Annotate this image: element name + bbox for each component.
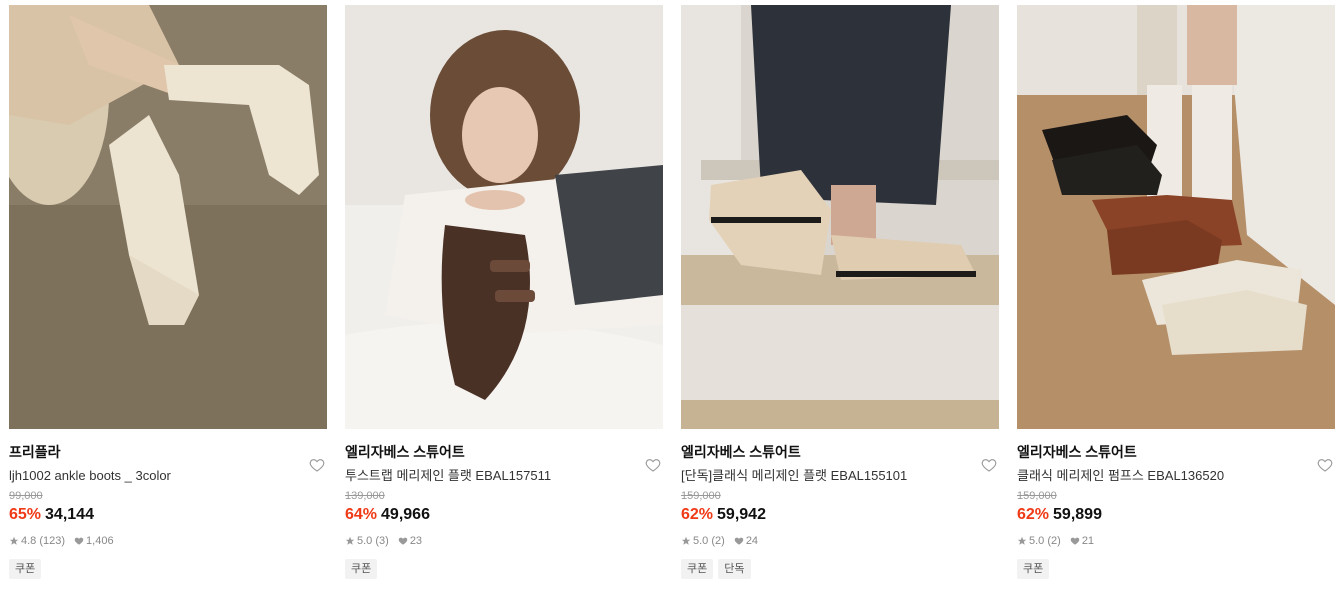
heart-filled-icon [1070, 536, 1080, 546]
product-card[interactable]: 엘리자베스 스튜어트 투스트랩 메리제인 플랫 EBAL157511 139,0… [345, 5, 663, 579]
rating-value: 5.0 [357, 535, 373, 547]
original-price: 159,000 [1017, 490, 1057, 502]
rating-value: 4.8 [21, 535, 37, 547]
coupon-tag: 쿠폰 [1017, 559, 1050, 579]
heart-filled-icon [398, 536, 408, 546]
discount-rate: 62% [681, 506, 714, 523]
wishlist-heart-icon[interactable] [981, 457, 997, 473]
coupon-tag: 쿠폰 [345, 559, 378, 579]
sale-price: 59,942 [717, 506, 766, 523]
review-count: (2) [711, 535, 725, 547]
tag-list: 쿠폰 [345, 559, 663, 579]
sale-price: 49,966 [381, 506, 430, 523]
product-image[interactable] [345, 5, 663, 429]
like-count: 1,406 [86, 535, 114, 547]
product-name[interactable]: ljh1002 ankle boots _ 3color [9, 467, 327, 485]
heart-filled-icon [734, 536, 744, 546]
tag-list: 쿠폰 [9, 559, 327, 579]
brand-name[interactable]: 프리플라 [9, 443, 327, 461]
star-icon [9, 536, 19, 546]
product-stats: 5.0 (2) 21 [1017, 534, 1335, 548]
product-name[interactable]: 클래식 메리제인 펌프스 EBAL136520 [1017, 467, 1335, 485]
product-image[interactable] [1017, 5, 1335, 429]
exclusive-tag: 단독 [718, 559, 751, 579]
discount-rate: 64% [345, 506, 378, 523]
heart-filled-icon [74, 536, 84, 546]
star-icon [681, 536, 691, 546]
product-card[interactable]: 엘리자베스 스튜어트 [단독]클래식 메리제인 플랫 EBAL155101 15… [681, 5, 999, 579]
wishlist-heart-icon[interactable] [1317, 457, 1333, 473]
product-stats: 5.0 (3) 23 [345, 534, 663, 548]
product-image[interactable] [9, 5, 327, 429]
product-stats: 4.8 (123) 1,406 [9, 534, 327, 548]
discount-rate: 62% [1017, 506, 1050, 523]
product-name[interactable]: 투스트랩 메리제인 플랫 EBAL157511 [345, 467, 663, 485]
review-count: (3) [375, 535, 389, 547]
like-count: 24 [745, 535, 759, 547]
coupon-tag: 쿠폰 [9, 559, 42, 579]
review-count: (2) [1047, 535, 1061, 547]
rating-value: 5.0 [1029, 535, 1045, 547]
product-grid: 프리플라 ljh1002 ankle boots _ 3color 99,000… [0, 0, 1341, 589]
wishlist-heart-icon[interactable] [309, 457, 325, 473]
product-card[interactable]: 프리플라 ljh1002 ankle boots _ 3color 99,000… [9, 5, 327, 579]
star-icon [345, 536, 355, 546]
original-price: 139,000 [345, 490, 385, 502]
product-stats: 5.0 (2) 24 [681, 534, 999, 548]
product-name[interactable]: [단독]클래식 메리제인 플랫 EBAL155101 [681, 467, 999, 485]
sale-price: 34,144 [45, 506, 94, 523]
coupon-tag: 쿠폰 [681, 559, 714, 579]
tag-list: 쿠폰 [1017, 559, 1335, 579]
star-icon [1017, 536, 1027, 546]
original-price: 99,000 [9, 490, 43, 502]
tag-list: 쿠폰 단독 [681, 559, 999, 579]
wishlist-heart-icon[interactable] [645, 457, 661, 473]
brand-name[interactable]: 엘리자베스 스튜어트 [681, 443, 999, 461]
brand-name[interactable]: 엘리자베스 스튜어트 [345, 443, 663, 461]
review-count: (123) [39, 535, 66, 547]
discount-rate: 65% [9, 506, 42, 523]
original-price: 159,000 [681, 490, 721, 502]
product-image[interactable] [681, 5, 999, 429]
rating-value: 5.0 [693, 535, 709, 547]
sale-price: 59,899 [1053, 506, 1102, 523]
product-card[interactable]: 엘리자베스 스튜어트 클래식 메리제인 펌프스 EBAL136520 159,0… [1017, 5, 1335, 579]
like-count: 23 [409, 535, 423, 547]
brand-name[interactable]: 엘리자베스 스튜어트 [1017, 443, 1335, 461]
like-count: 21 [1081, 535, 1095, 547]
